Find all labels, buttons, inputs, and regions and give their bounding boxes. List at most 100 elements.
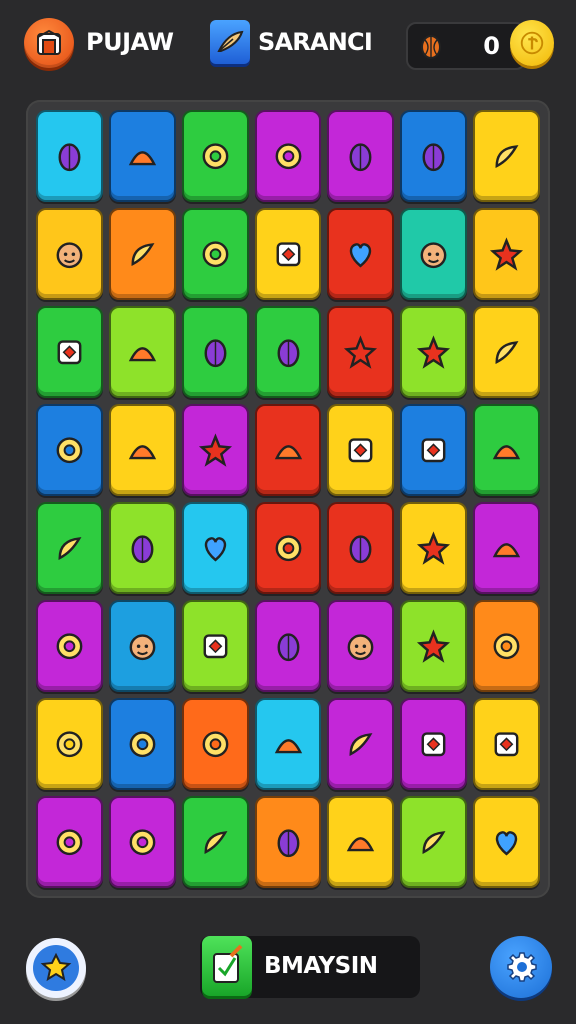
tile[interactable]: [327, 600, 395, 692]
bag-icon: [422, 830, 446, 854]
tile[interactable]: [473, 404, 540, 496]
tile[interactable]: [181, 404, 249, 496]
bottle-icon: [275, 535, 301, 561]
tile[interactable]: [36, 110, 103, 202]
settings-button[interactable]: [490, 936, 552, 998]
tile[interactable]: [108, 600, 176, 692]
mode-name: SARANCI: [258, 28, 373, 56]
tile[interactable]: [254, 208, 322, 300]
tile[interactable]: [327, 110, 395, 202]
tile[interactable]: [181, 600, 249, 692]
pillow-icon: [131, 535, 154, 563]
tube-icon: [203, 634, 228, 658]
tile[interactable]: [254, 404, 322, 496]
tile[interactable]: [108, 698, 176, 790]
tile[interactable]: [254, 600, 322, 692]
tile[interactable]: [108, 796, 176, 888]
coin-icon[interactable]: [510, 20, 554, 66]
cocoa-pod-icon: [421, 35, 441, 59]
tile[interactable]: [181, 306, 249, 398]
tile[interactable]: [181, 110, 249, 202]
pear-icon: [202, 241, 229, 267]
tile[interactable]: [400, 502, 468, 594]
tile[interactable]: [400, 796, 468, 888]
banana-bird-icon: [58, 143, 81, 171]
action-label: BMAYSIN: [264, 953, 378, 979]
tile[interactable]: [36, 796, 103, 888]
ring-icon: [131, 242, 155, 266]
tile[interactable]: [108, 306, 176, 398]
moon-icon: [277, 633, 299, 661]
robot-icon: [417, 629, 451, 663]
tile[interactable]: [473, 796, 540, 888]
tile[interactable]: [36, 600, 103, 692]
tile[interactable]: [36, 306, 103, 398]
tile[interactable]: [327, 796, 395, 888]
candy-icon: [128, 346, 156, 362]
star-bulb-icon: [40, 952, 72, 982]
banana-icon: [492, 444, 521, 460]
seahorse-icon: [275, 143, 301, 169]
tile[interactable]: [400, 600, 468, 692]
tile[interactable]: [473, 208, 540, 300]
tile[interactable]: [181, 502, 249, 594]
gear-icon: [507, 952, 537, 982]
tile[interactable]: [36, 698, 103, 790]
coin-face-icon: [520, 31, 544, 55]
tile[interactable]: [473, 600, 540, 692]
face-cat-icon: [202, 731, 229, 757]
mode-badge[interactable]: [210, 20, 250, 64]
tile[interactable]: [181, 796, 249, 888]
face-girl-icon: [421, 438, 446, 462]
tile[interactable]: [327, 404, 395, 496]
tile[interactable]: [473, 110, 540, 202]
star-box-icon: [495, 340, 519, 364]
clock-icon: [129, 829, 156, 855]
tile[interactable]: [108, 110, 176, 202]
tile[interactable]: [473, 698, 540, 790]
tablet-icon: [56, 731, 83, 757]
apple-icon: [417, 335, 451, 369]
tile[interactable]: [400, 208, 468, 300]
jar-icon: [420, 242, 447, 268]
tile[interactable]: [400, 404, 468, 496]
tile[interactable]: [254, 502, 322, 594]
tile[interactable]: [327, 698, 395, 790]
face-green-icon: [347, 634, 374, 660]
magnifier-icon: [56, 437, 83, 463]
eye-fish-icon: [276, 242, 300, 266]
tile[interactable]: [181, 698, 249, 790]
chat-icon: [204, 830, 228, 854]
face-smile-icon: [349, 732, 373, 756]
tile[interactable]: [36, 502, 103, 594]
tile[interactable]: [108, 502, 176, 594]
tile[interactable]: [108, 404, 176, 496]
tile[interactable]: [108, 208, 176, 300]
tile[interactable]: [473, 306, 540, 398]
cheese-icon: [350, 242, 372, 268]
tile[interactable]: [400, 306, 468, 398]
tile[interactable]: [254, 698, 322, 790]
tile[interactable]: [181, 208, 249, 300]
tile[interactable]: [327, 502, 395, 594]
tile[interactable]: [400, 110, 468, 202]
pod-icon: [274, 444, 302, 460]
racket-icon: [493, 633, 520, 659]
tile[interactable]: [36, 404, 103, 496]
tile[interactable]: [473, 502, 540, 594]
hint-button-face: [33, 945, 79, 991]
tape-icon: [198, 433, 232, 467]
tile[interactable]: [254, 306, 322, 398]
action-button[interactable]: BMAYSIN: [200, 936, 420, 998]
tile[interactable]: [400, 698, 468, 790]
hint-button[interactable]: [26, 938, 86, 998]
tile[interactable]: [254, 796, 322, 888]
tile[interactable]: [254, 110, 322, 202]
tile[interactable]: [327, 208, 395, 300]
key-icon: [495, 830, 518, 856]
tile[interactable]: [36, 208, 103, 300]
home-button[interactable]: [24, 18, 74, 68]
tile[interactable]: [327, 306, 395, 398]
crystal-icon: [56, 829, 83, 855]
cube-icon: [128, 444, 156, 460]
